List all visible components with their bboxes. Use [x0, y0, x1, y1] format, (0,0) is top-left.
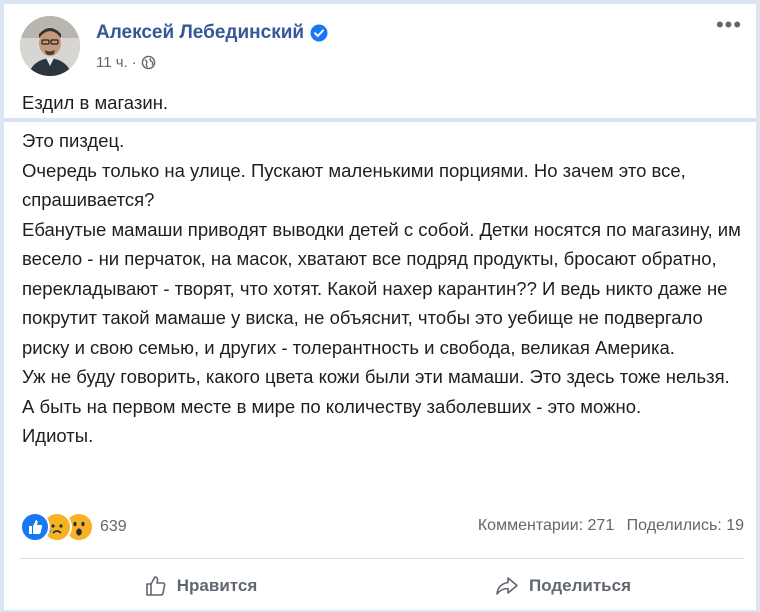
like-icon — [20, 512, 50, 542]
share-button-label: Поделиться — [528, 576, 632, 595]
more-options-icon[interactable]: ••• — [714, 14, 744, 40]
author-avatar[interactable] — [20, 16, 80, 76]
author-name-text[interactable]: Алексей Лебединский — [96, 22, 304, 44]
post-paragraph: Очередь только на улице. Пускают маленьк… — [22, 159, 686, 211]
public-globe-icon[interactable] — [141, 55, 156, 70]
share-button[interactable]: Поделиться — [382, 564, 744, 608]
post-stats: 639 Комментарии: 271 Поделились: 19 — [20, 512, 744, 542]
post-paragraph: Ебанутые мамаши приводят выводки детей с… — [22, 218, 741, 358]
like-button[interactable]: Нравится — [20, 564, 382, 608]
verified-badge-icon — [310, 24, 328, 42]
shares-count[interactable]: Поделились: 19 — [627, 517, 744, 534]
post-intro: Ездил в магазин. — [22, 92, 169, 113]
comments-count[interactable]: Комментарии: 271 — [478, 517, 614, 534]
post-card: Алексей Лебединский 11 ч. · ••• Ездил в … — [2, 2, 758, 612]
thumbs-up-icon — [145, 576, 166, 596]
meta-separator: · — [131, 54, 137, 71]
post-paragraph: Это пиздец. — [22, 130, 125, 151]
reaction-count[interactable]: 639 — [100, 518, 127, 536]
post-body: Это пиздец. Очередь только на улице. Пус… — [22, 126, 744, 451]
post-paragraph: Уж не буду говорить, какого цвета кожи б… — [22, 366, 730, 417]
share-arrow-icon — [496, 577, 518, 595]
reactions-summary[interactable]: 639 — [20, 512, 127, 542]
avatar-photo — [20, 16, 80, 76]
post-paragraph: Идиоты. — [22, 425, 94, 446]
like-button-label: Нравится — [176, 576, 258, 595]
post-meta: 11 ч. · — [96, 54, 156, 71]
post-time[interactable]: 11 ч. — [96, 54, 128, 71]
actions-divider — [20, 558, 744, 559]
section-divider — [4, 118, 756, 122]
post-actions: Нравится Поделиться — [20, 564, 744, 608]
author-name[interactable]: Алексей Лебединский — [96, 22, 328, 44]
engagement-counts: Комментарии: 271 Поделились: 19 — [478, 517, 744, 535]
post-header: Алексей Лебединский 11 ч. · ••• — [20, 14, 744, 84]
